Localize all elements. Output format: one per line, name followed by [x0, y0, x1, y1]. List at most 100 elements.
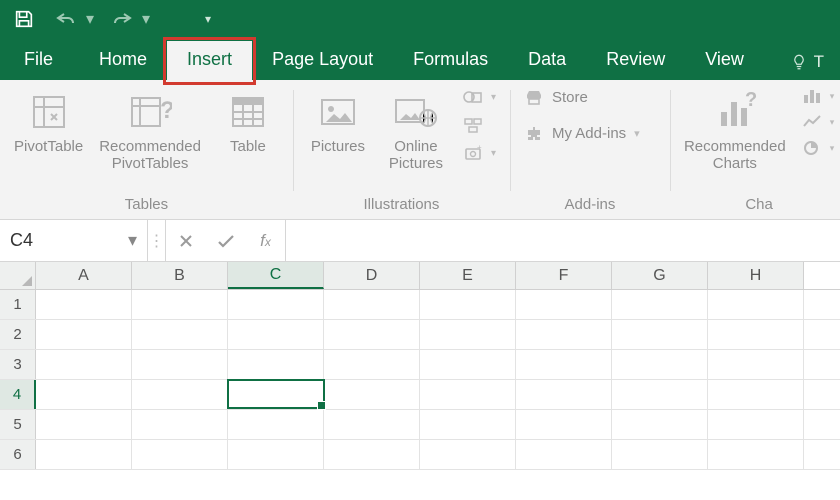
cell[interactable] — [708, 290, 804, 319]
cell[interactable] — [228, 290, 324, 319]
cell[interactable] — [324, 410, 420, 439]
col-head-B[interactable]: B — [132, 262, 228, 289]
cell[interactable] — [516, 290, 612, 319]
cell[interactable] — [324, 440, 420, 469]
enter-formula-button[interactable] — [206, 220, 246, 261]
col-head-G[interactable]: G — [612, 262, 708, 289]
tab-home[interactable]: Home — [79, 41, 167, 80]
formula-bar-grip[interactable]: ⋮ — [148, 220, 166, 261]
cell[interactable] — [612, 410, 708, 439]
online-pictures-button[interactable]: Online Pictures — [381, 86, 451, 175]
cell[interactable] — [612, 380, 708, 409]
row-head-6[interactable]: 6 — [0, 440, 36, 469]
line-chart-button[interactable]: ▾ — [798, 112, 839, 132]
cell[interactable] — [36, 440, 132, 469]
cell[interactable] — [228, 380, 324, 409]
tab-data[interactable]: Data — [508, 41, 586, 80]
store-button[interactable]: Store — [520, 86, 660, 108]
save-button[interactable] — [10, 5, 38, 33]
recommended-charts-button[interactable]: ? Recommended Charts — [680, 86, 790, 175]
cell[interactable] — [420, 350, 516, 379]
shapes-button[interactable]: ▾ — [459, 86, 500, 108]
cell[interactable] — [228, 440, 324, 469]
row-head-4[interactable]: 4 — [0, 380, 36, 409]
cell[interactable] — [708, 440, 804, 469]
cell[interactable] — [708, 380, 804, 409]
col-head-H[interactable]: H — [708, 262, 804, 289]
cell[interactable] — [516, 380, 612, 409]
tell-me-search[interactable]: T — [780, 44, 834, 80]
col-head-D[interactable]: D — [324, 262, 420, 289]
tab-file[interactable]: File — [6, 41, 79, 80]
cell[interactable] — [228, 350, 324, 379]
cell[interactable] — [132, 380, 228, 409]
screenshot-button[interactable]: +▾ — [459, 142, 500, 164]
column-chart-button[interactable]: ▾ — [798, 86, 839, 106]
cell[interactable] — [612, 350, 708, 379]
undo-button[interactable] — [52, 5, 80, 33]
tab-view[interactable]: View — [685, 41, 764, 80]
cell[interactable] — [516, 320, 612, 349]
row-head-5[interactable]: 5 — [0, 410, 36, 439]
tab-review[interactable]: Review — [586, 41, 685, 80]
recommended-pivot-tables-button[interactable]: ? Recommended PivotTables — [95, 86, 205, 175]
tab-insert[interactable]: Insert — [167, 41, 252, 80]
cell[interactable] — [420, 290, 516, 319]
cell[interactable] — [324, 380, 420, 409]
cell[interactable] — [324, 320, 420, 349]
cell[interactable] — [420, 380, 516, 409]
cell[interactable] — [708, 410, 804, 439]
col-head-C[interactable]: C — [228, 262, 324, 289]
cell[interactable] — [132, 440, 228, 469]
cell[interactable] — [420, 410, 516, 439]
cell[interactable] — [36, 290, 132, 319]
cell[interactable] — [36, 410, 132, 439]
table-button[interactable]: Table — [213, 86, 283, 157]
cell[interactable] — [132, 410, 228, 439]
cell[interactable] — [420, 320, 516, 349]
tab-page-layout[interactable]: Page Layout — [252, 41, 393, 80]
cell[interactable] — [612, 440, 708, 469]
pictures-button[interactable]: Pictures — [303, 86, 373, 157]
cell[interactable] — [324, 290, 420, 319]
col-head-E[interactable]: E — [420, 262, 516, 289]
tab-formulas[interactable]: Formulas — [393, 41, 508, 80]
cell[interactable] — [324, 350, 420, 379]
cell[interactable] — [708, 320, 804, 349]
cell[interactable] — [36, 320, 132, 349]
name-box-dropdown-icon[interactable]: ▾ — [128, 230, 137, 251]
row-head-2[interactable]: 2 — [0, 320, 36, 349]
smartart-button[interactable] — [459, 114, 500, 136]
cell[interactable] — [132, 350, 228, 379]
my-addins-button[interactable]: My Add-ins ▾ — [520, 122, 660, 144]
cancel-formula-button[interactable] — [166, 220, 206, 261]
name-box[interactable]: C4 ▾ — [0, 220, 148, 261]
cell[interactable] — [708, 350, 804, 379]
cell[interactable] — [36, 350, 132, 379]
pivot-table-button[interactable]: PivotTable — [10, 86, 87, 157]
customize-qat-button[interactable]: ▾ — [194, 5, 222, 33]
cell[interactable] — [420, 440, 516, 469]
cell[interactable] — [132, 290, 228, 319]
cell[interactable] — [516, 440, 612, 469]
cell[interactable] — [612, 290, 708, 319]
col-head-A[interactable]: A — [36, 262, 132, 289]
redo-dropdown-icon[interactable]: ▾ — [142, 9, 150, 29]
select-all-corner[interactable] — [0, 262, 36, 289]
formula-input[interactable] — [286, 220, 840, 261]
pie-chart-button[interactable]: ▾ — [798, 138, 839, 158]
cell[interactable] — [516, 350, 612, 379]
cell[interactable] — [36, 380, 132, 409]
col-head-F[interactable]: F — [516, 262, 612, 289]
undo-dropdown-icon[interactable]: ▾ — [86, 9, 94, 29]
cell[interactable] — [612, 320, 708, 349]
row-head-3[interactable]: 3 — [0, 350, 36, 379]
cell[interactable] — [132, 320, 228, 349]
cell[interactable] — [516, 410, 612, 439]
redo-button[interactable] — [108, 5, 136, 33]
row-head-1[interactable]: 1 — [0, 290, 36, 319]
cell[interactable] — [228, 320, 324, 349]
cell[interactable] — [228, 410, 324, 439]
x-icon — [178, 233, 194, 249]
insert-function-button[interactable]: fx — [246, 220, 286, 261]
